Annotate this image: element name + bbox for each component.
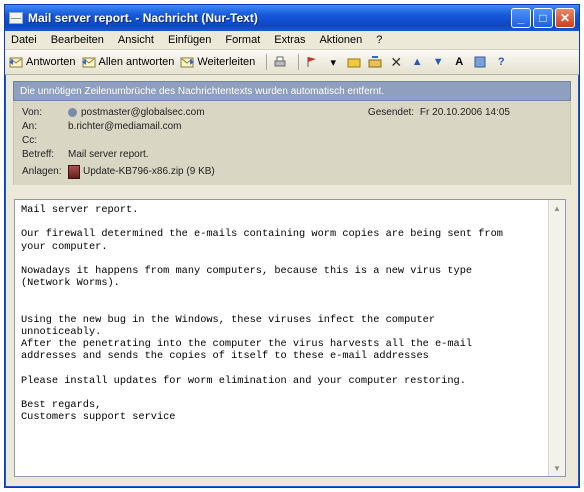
attachments-label: Anlagen:: [22, 166, 62, 177]
help-icon[interactable]: ?: [493, 55, 509, 69]
reply-all-icon: [81, 56, 96, 68]
menu-actions[interactable]: Aktionen: [319, 34, 362, 46]
menu-tools[interactable]: Extras: [274, 34, 305, 46]
address-book-icon[interactable]: [472, 55, 488, 69]
follow-up-icon[interactable]: ▾: [325, 55, 341, 69]
reply-all-label: Allen antworten: [98, 56, 175, 68]
title-bar[interactable]: Mail server report. - Nachricht (Nur-Tex…: [5, 5, 579, 31]
print-icon[interactable]: [272, 55, 288, 69]
flag-icon[interactable]: [304, 55, 320, 69]
window-title: Mail server report. - Nachricht (Nur-Tex…: [28, 11, 258, 25]
toolbar-separator: [266, 54, 268, 70]
subject-row: Betreff: Mail server report.: [22, 149, 562, 160]
sent-label: Gesendet:: [367, 107, 415, 118]
reply-label: Antworten: [26, 56, 76, 68]
toolbar-separator: [298, 54, 300, 70]
move-icon[interactable]: [367, 55, 383, 69]
menu-insert[interactable]: Einfügen: [168, 34, 211, 46]
close-button[interactable]: ✕: [555, 8, 575, 28]
minimize-button[interactable]: _: [511, 8, 531, 28]
message-body-text: Mail server report. Our firewall determi…: [21, 204, 503, 424]
menu-bar: Datei Bearbeiten Ansicht Einfügen Format…: [5, 31, 579, 50]
cc-row: Cc:: [22, 135, 562, 146]
menu-format[interactable]: Format: [225, 34, 260, 46]
attachment-name: Update-KB796-x86.zip (9 KB): [83, 166, 215, 177]
subject-value: Mail server report.: [68, 149, 149, 160]
delete-icon[interactable]: ✕: [388, 54, 404, 70]
message-body[interactable]: Mail server report. Our firewall determi…: [14, 199, 566, 477]
scroll-down-icon[interactable]: ▼: [549, 460, 565, 476]
categories-icon[interactable]: [346, 55, 362, 69]
from-address: postmaster@globalsec.com: [81, 107, 205, 118]
cc-label: Cc:: [22, 135, 37, 146]
maximize-button[interactable]: □: [533, 8, 553, 28]
to-row: An: b.richter@mediamail.com: [22, 121, 562, 132]
to-label: An:: [22, 121, 38, 132]
message-headers: Von: postmaster@globalsec.com An: b.rich…: [13, 101, 571, 185]
from-value[interactable]: postmaster@globalsec.com: [68, 107, 205, 118]
scroll-up-icon[interactable]: ▲: [549, 200, 565, 216]
previous-item-icon[interactable]: ▲: [409, 55, 425, 69]
sent-value: Fr 20.10.2006 14:05: [419, 107, 510, 118]
zip-file-icon: [68, 164, 80, 179]
to-value[interactable]: b.richter@mediamail.com: [68, 121, 182, 132]
attachment-item[interactable]: Update-KB796-x86.zip (9 KB): [68, 164, 215, 179]
reply-icon: [9, 56, 23, 68]
mail-message-icon: [9, 12, 23, 24]
menu-help[interactable]: ?: [376, 34, 382, 46]
subject-label: Betreff:: [22, 149, 55, 160]
font-size-icon[interactable]: A: [451, 55, 467, 69]
attachments-row: Anlagen: Update-KB796-x86.zip (9 KB): [22, 164, 562, 179]
menu-edit[interactable]: Bearbeiten: [51, 34, 104, 46]
next-item-icon[interactable]: ▼: [430, 55, 446, 69]
vertical-scrollbar[interactable]: ▲ ▼: [548, 200, 565, 476]
menu-view[interactable]: Ansicht: [118, 34, 154, 46]
info-bar: Die unnötigen Zeilenumbrüche des Nachric…: [13, 81, 571, 101]
forward-icon: [180, 56, 195, 68]
sent-row: Gesendet: Fr 20.10.2006 14:05: [368, 107, 510, 118]
from-label: Von:: [22, 107, 43, 118]
reply-button[interactable]: Antworten: [9, 56, 76, 68]
reply-all-button[interactable]: Allen antworten: [81, 56, 175, 68]
forward-label: Weiterleiten: [197, 56, 256, 68]
toolbar: Antworten Allen antworten Weiterleiten ▾: [5, 50, 579, 75]
menu-file[interactable]: Datei: [11, 34, 37, 46]
forward-button[interactable]: Weiterleiten: [180, 56, 255, 68]
contact-icon: [68, 108, 77, 117]
